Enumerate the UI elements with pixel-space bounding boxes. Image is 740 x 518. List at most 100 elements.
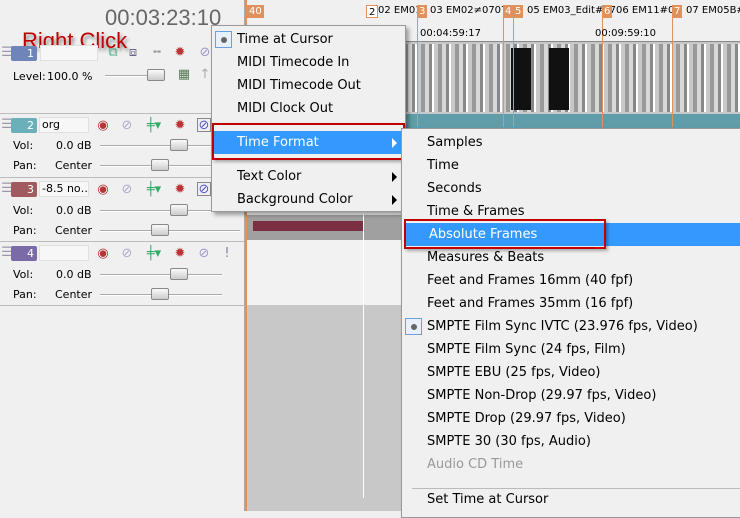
track-header-panel: 00:03:23:10 Right Click ☰ 1 ⧉ ⧈ ╍ ✹ ⊘ Le… <box>0 0 245 511</box>
menu-item-label: Samples <box>427 135 483 150</box>
radio-checked-icon <box>215 31 232 48</box>
menu-item-feet-and-frames-16mm-40-fpf[interactable]: Feet and Frames 16mm (40 fpf) <box>402 269 740 292</box>
time-format-submenu: Samples Time Seconds Time & Frames Absolute … <box>401 128 740 518</box>
menu-item-smpte-non-drop-29-97-fps-video[interactable]: SMPTE Non-Drop (29.97 fps, Video) <box>402 384 740 407</box>
volume-slider-thumb[interactable] <box>170 139 188 151</box>
level-label: Level: <box>13 70 46 83</box>
upload-icon[interactable]: ↑ <box>198 68 212 82</box>
menu-item-label: Time at Cursor <box>237 32 333 47</box>
track-4-header[interactable]: ☰ 4 ◉ ⊘ ╪▾ ✹ ⊘ ! Vol: 0.0 dB Pan: Center <box>0 243 245 306</box>
menu-item-label: Audio CD Time <box>427 457 524 472</box>
fx-gear-icon[interactable]: ✹ <box>173 183 187 197</box>
fx-chain-icon[interactable]: ╍ <box>150 46 164 60</box>
pan-slider[interactable] <box>100 230 240 232</box>
track-2-header[interactable]: ☰ 2 org ◉ ⊘ ╪▾ ✹ ⊘ Vol: 0.0 dB Pan: Cent… <box>0 115 245 178</box>
menu-item-label: Seconds <box>427 181 482 196</box>
level-slider-thumb[interactable] <box>147 69 165 81</box>
menu-item-label: SMPTE Film Sync IVTC (23.976 fps, Video) <box>427 319 698 334</box>
mute-icon[interactable]: ⊘ <box>197 247 211 261</box>
menu-item-label: Time <box>427 158 459 173</box>
pan-slider-thumb[interactable] <box>151 224 169 236</box>
menu-item-midi-timecode-in[interactable]: MIDI Timecode In <box>212 51 405 74</box>
menu-item-feet-and-frames-35mm-16-fpf[interactable]: Feet and Frames 35mm (16 fpf) <box>402 292 740 315</box>
vol-value: 0.0 dB <box>56 204 92 217</box>
track-name-field[interactable]: -8.5 no… <box>39 181 89 197</box>
volume-slider-thumb[interactable] <box>170 204 188 216</box>
pan-slider-thumb[interactable] <box>151 159 169 171</box>
marker-40[interactable]: 40 <box>247 5 264 18</box>
track-3-header[interactable]: ☰ 3 -8.5 no… ◉ ⊘ ╪▾ ✹ ⊘ Vol: 0.0 dB Pan:… <box>0 179 245 242</box>
vol-label: Vol: <box>13 204 34 217</box>
pan-label: Pan: <box>13 288 37 301</box>
menu-item-label: SMPTE EBU (25 fps, Video) <box>427 365 601 380</box>
marker-label: 02 EM01 <box>378 5 422 16</box>
track-name-field[interactable]: org <box>39 117 89 133</box>
marker-6[interactable]: 6 <box>602 5 613 18</box>
mute-icon[interactable]: ⊘ <box>197 182 211 197</box>
menu-item-label: MIDI Clock Out <box>237 101 334 116</box>
fx-dropdown-icon[interactable]: ╪▾ <box>143 247 165 261</box>
fx-dropdown-icon[interactable]: ╪▾ <box>143 183 165 197</box>
menu-item-label: MIDI Timecode In <box>237 55 350 70</box>
menu-item-smpte-30-30-fps-audio[interactable]: SMPTE 30 (30 fps, Audio) <box>402 430 740 453</box>
marker-3[interactable]: 3 <box>417 5 428 18</box>
fx-gear-icon[interactable]: ✹ <box>173 247 187 261</box>
menu-item-seconds[interactable]: Seconds <box>402 177 740 200</box>
marker-line <box>503 12 504 127</box>
menu-item-set-time-at-cursor[interactable]: Set Time at Cursor <box>402 488 740 511</box>
arm-record-icon[interactable]: ◉ <box>96 247 110 261</box>
fx-gear-icon[interactable]: ✹ <box>173 46 187 60</box>
phase-invert-icon[interactable]: ⊘ <box>120 119 134 133</box>
fx-dropdown-icon[interactable]: ╪▾ <box>143 119 165 133</box>
motion-icon[interactable]: ⧈ <box>126 46 140 60</box>
pan-slider-thumb[interactable] <box>151 288 169 300</box>
menu-item-midi-timecode-out[interactable]: MIDI Timecode Out <box>212 74 405 97</box>
track-name-field[interactable] <box>40 45 98 61</box>
menu-item-smpte-drop-29-97-fps-video[interactable]: SMPTE Drop (29.97 fps, Video) <box>402 407 740 430</box>
menu-item-smpte-film-sync-ivtc-23-976-fps-video[interactable]: SMPTE Film Sync IVTC (23.976 fps, Video) <box>402 315 740 338</box>
ruler-label: 00:04:59:17 <box>420 28 482 39</box>
fx-gear-icon[interactable]: ✹ <box>173 119 187 133</box>
marker-4[interactable]: 4 <box>503 5 514 18</box>
menu-item-label: SMPTE Drop (29.97 fps, Video) <box>427 411 626 426</box>
arm-record-icon[interactable]: ◉ <box>96 119 110 133</box>
vol-value: 0.0 dB <box>56 139 92 152</box>
track-1-header[interactable]: ☰ 1 ⧉ ⧈ ╍ ✹ ⊘ Level: 100.0 % ▦ ↑ <box>0 42 245 114</box>
menu-item-label: Text Color <box>237 169 302 184</box>
pan-value: Center <box>55 224 93 237</box>
marker-7[interactable]: 7 <box>672 5 683 18</box>
volume-slider-thumb[interactable] <box>170 268 188 280</box>
menu-item-text-color[interactable]: Text Color <box>212 165 405 188</box>
menu-item-samples[interactable]: Samples <box>402 131 740 154</box>
menu-item-time[interactable]: Time <box>402 154 740 177</box>
marker-label: 07 EM05B#0 <box>686 5 740 16</box>
compositing-icon[interactable]: ▦ <box>177 68 191 82</box>
phase-invert-icon[interactable]: ⊘ <box>120 247 134 261</box>
arm-record-icon[interactable]: ◉ <box>96 183 110 197</box>
context-menu: Time at Cursor MIDI Timecode In MIDI Tim… <box>211 25 406 212</box>
menu-item-measures-beats[interactable]: Measures & Beats <box>402 246 740 269</box>
mute-icon[interactable]: ⊘ <box>197 118 211 133</box>
radio-checked-icon <box>405 318 422 335</box>
menu-item-background-color[interactable]: Background Color <box>212 188 405 211</box>
menu-item-smpte-ebu-25-fps-video[interactable]: SMPTE EBU (25 fps, Video) <box>402 361 740 384</box>
mute-icon[interactable]: ⊘ <box>198 46 212 60</box>
annotation-highlight-box <box>212 123 405 160</box>
menu-item-label: SMPTE Non-Drop (29.97 fps, Video) <box>427 388 657 403</box>
ruler-label: 00:09:59:10 <box>595 28 657 39</box>
track-name-field[interactable] <box>39 245 89 261</box>
marker-5[interactable]: 5 <box>513 5 524 18</box>
marker-label: 06 EM11#07 <box>616 5 681 16</box>
menu-item-smpte-film-sync-24-fps-film[interactable]: SMPTE Film Sync (24 fps, Film) <box>402 338 740 361</box>
level-value: 100.0 % <box>47 70 93 83</box>
volume-slider[interactable] <box>100 274 222 276</box>
solo-icon[interactable]: ! <box>220 247 234 261</box>
menu-item-midi-clock-out[interactable]: MIDI Clock Out <box>212 97 405 120</box>
track-number: 3 <box>11 182 37 197</box>
phase-invert-icon[interactable]: ⊘ <box>120 183 134 197</box>
vol-value: 0.0 dB <box>56 268 92 281</box>
composite-icon[interactable]: ⧉ <box>106 46 120 60</box>
track-number: 1 <box>11 46 37 61</box>
marker-2[interactable]: 2 <box>366 5 379 18</box>
menu-item-time-at-cursor[interactable]: Time at Cursor <box>212 28 405 51</box>
